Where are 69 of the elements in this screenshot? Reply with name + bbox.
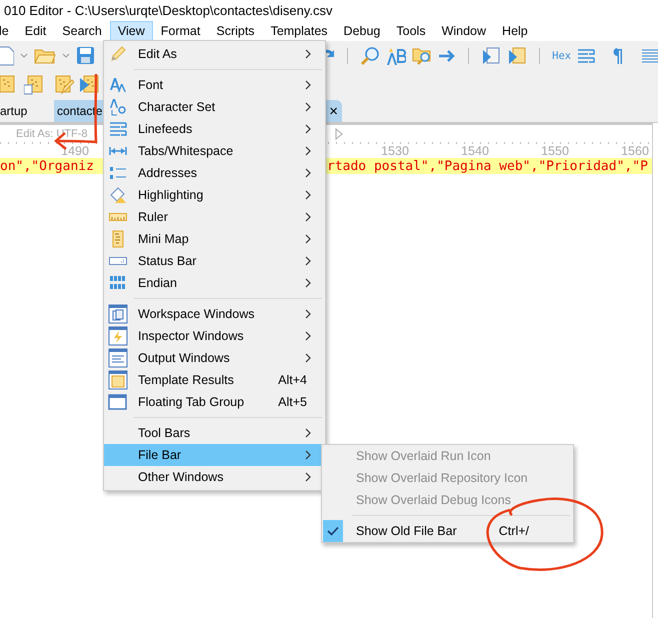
file-tab[interactable]: artup — [0, 100, 54, 122]
status-bar-icon — [109, 256, 127, 266]
menu-item[interactable]: Status Bar — [104, 250, 325, 272]
menu-item[interactable]: Edit As — [104, 43, 325, 65]
new-file-icon[interactable] — [0, 46, 14, 66]
text-lines-icon — [108, 348, 128, 368]
highlighter-icon — [109, 186, 127, 204]
replace-icon[interactable] — [386, 46, 406, 66]
pencil-icon — [109, 45, 127, 63]
mini-map-icon — [112, 230, 124, 248]
menu-item[interactable]: Floating Tab Group Alt+5 — [104, 391, 325, 413]
menu-bar-item[interactable]: Window — [434, 20, 494, 40]
linefeeds-icon[interactable] — [577, 48, 596, 64]
font-icon — [109, 76, 127, 94]
menu-bar-item[interactable]: Format — [152, 20, 208, 40]
menu-item[interactable]: Inspector Windows — [104, 325, 325, 347]
run-script-icon[interactable] — [481, 46, 502, 66]
folder-search-icon[interactable] — [412, 46, 432, 66]
binary-digits-icon — [109, 275, 127, 291]
menu-bar-item[interactable]: Debug — [336, 20, 388, 40]
menu-item[interactable]: Mini Map — [104, 228, 325, 250]
menu-item[interactable]: Ruler — [104, 206, 325, 228]
linefeeds-icon — [109, 121, 127, 137]
menu-item[interactable]: Workspace Windows — [104, 303, 325, 325]
menu-item[interactable]: Other Windows — [104, 466, 325, 488]
menu-item[interactable]: Linefeeds — [104, 118, 325, 140]
menu-item[interactable]: Tabs/Whitespace — [104, 140, 325, 162]
ruler-number: 1560 — [620, 144, 650, 158]
ruler-icon — [109, 212, 127, 222]
menu-item[interactable]: Template Results Alt+4 — [104, 369, 325, 391]
menu-bar-item[interactable]: Help — [494, 20, 536, 40]
ruler-number: 1540 — [460, 144, 490, 158]
menu-bar-item[interactable]: le — [0, 20, 17, 40]
stacked-pages-icon — [108, 304, 128, 324]
dropdown-caret-icon[interactable] — [62, 53, 70, 58]
menu-item[interactable]: Character Set — [104, 96, 325, 118]
folder-icon[interactable] — [34, 46, 56, 64]
menu-bar-item[interactable]: Templates — [262, 20, 336, 40]
save-icon[interactable] — [76, 46, 95, 65]
menu-item[interactable]: Addresses — [104, 162, 325, 184]
scroll-icon — [108, 370, 128, 390]
close-tab-button[interactable]: × — [325, 102, 342, 120]
ruler-number: 1550 — [540, 144, 570, 158]
search-icon[interactable] — [360, 46, 380, 66]
character-set-icon — [109, 98, 127, 116]
menu-bar-item[interactable]: Search — [54, 20, 110, 40]
ruler-number: 1530 — [380, 144, 410, 158]
text-line: on","Organiz — [0, 158, 94, 174]
window-title: 010 Editor - C:\Users\urqte\Desktop\contactes\diseny.csv — [3, 2, 334, 20]
menu-item[interactable]: Tool Bars — [104, 422, 325, 444]
menu-bar-item[interactable]: Edit — [16, 20, 54, 40]
menu-item[interactable]: Output Windows — [104, 347, 325, 369]
address-list-icon — [109, 165, 127, 181]
tab-arrows-icon — [109, 146, 127, 156]
menu-item[interactable]: Highlighting — [104, 184, 325, 206]
menu-item[interactable]: Endian — [104, 272, 325, 294]
menu-bar-item[interactable]: Scripts — [208, 20, 263, 40]
dropdown-caret-icon[interactable] — [20, 53, 28, 58]
menu-item[interactable]: Show Old File Bar Ctrl+/ — [322, 520, 573, 542]
pilcrow-icon[interactable] — [610, 48, 623, 64]
window-icon — [108, 393, 128, 411]
arrow-right-icon[interactable] — [438, 48, 456, 62]
lightning-icon — [108, 326, 128, 346]
menu-bar-item[interactable]: View — [110, 20, 153, 40]
run-template-icon[interactable] — [507, 46, 528, 66]
play-outline-icon[interactable] — [334, 128, 343, 140]
menu-bar-item[interactable]: Tools — [388, 20, 434, 40]
columns-icon[interactable] — [642, 48, 658, 62]
text-line: rtado postal","Pagina web","Prioridad","P — [327, 158, 648, 174]
